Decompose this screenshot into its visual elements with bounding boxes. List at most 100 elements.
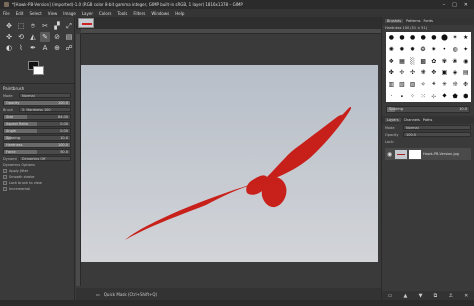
brush-preset-icon[interactable]: ⬢ [460,90,471,102]
brush-preset-icon[interactable]: ▧ [397,79,408,91]
brush-preset-icon[interactable]: • [439,44,450,56]
incremental-checkbox[interactable]: Incremental [3,186,71,192]
brush-preset-icon[interactable]: ⬥ [439,90,450,102]
brush-preset-icon[interactable]: ● [386,32,397,44]
free-select-tool-icon[interactable]: ⌾ [28,21,38,31]
rotate-tool-icon[interactable]: ⟲ [16,32,26,42]
tab-layers[interactable]: Layers [385,118,401,122]
brush-spacing-slider[interactable]: Spacing 10.0 [386,106,470,113]
maximize-button[interactable]: □ [452,2,457,8]
delete-layer-icon[interactable]: ✕ [464,293,468,299]
brush-select[interactable]: 2. Hardness 100 [19,107,71,112]
brush-preset-icon[interactable]: ✿ [429,55,440,67]
dynamics-select[interactable]: Dynamics Off [19,156,71,161]
tab-paths[interactable]: Paths [423,118,433,122]
brush-preset-icon[interactable]: ❀ [450,55,461,67]
bucket-fill-tool-icon[interactable]: ▤ [64,32,74,42]
layer-mode-select[interactable]: Normal [403,125,471,130]
raise-layer-icon[interactable]: ▲ [404,293,408,299]
menu-windows[interactable]: Windows [151,11,169,16]
minimize-button[interactable]: – [443,2,446,8]
size-slider[interactable]: Size 84.00 [3,113,71,120]
menu-select[interactable]: Select [29,11,41,16]
aspect-slider[interactable]: Aspect Ratio 0.00 [3,120,71,127]
new-layer-icon[interactable]: ▭ [388,293,393,299]
brush-preset-icon[interactable]: ░ [407,55,418,67]
menu-help[interactable]: Help [175,11,184,16]
brush-preset-icon[interactable]: ▤ [460,67,471,79]
brush-preset-icon[interactable]: ● [407,32,418,44]
force-slider[interactable]: Force 50.0 [3,148,71,155]
menu-view[interactable]: View [48,11,58,16]
tab-brushes[interactable]: Brushes [385,19,404,23]
spacing-slider[interactable]: Spacing 10.0 [3,134,71,141]
tab-fonts[interactable]: Fonts [424,19,433,23]
brush-preset-icon[interactable]: ✥ [429,67,440,79]
menu-image[interactable]: Image [63,11,76,16]
close-button[interactable]: ✕ [464,2,468,8]
brush-preset-icon[interactable]: ❖ [386,55,397,67]
menu-colors[interactable]: Colors [99,11,112,16]
brush-preset-icon[interactable]: ⁙ [418,90,429,102]
brush-preset-icon[interactable]: ✢ [397,67,408,79]
brush-preset-icon[interactable]: ▣ [439,67,450,79]
text-tool-icon[interactable]: A [40,43,50,53]
warp-tool-icon[interactable]: ◭ [28,32,38,42]
brush-preset-icon[interactable]: ⬤ [439,32,450,44]
brush-preset-icon[interactable]: ★ [460,32,471,44]
brush-preset-icon[interactable]: ◉ [460,55,471,67]
tab-channels[interactable]: Channels [404,118,420,122]
brush-preset-icon[interactable]: ✧ [418,79,429,91]
brush-preset-icon[interactable]: ◍ [450,44,461,56]
brush-preset-icon[interactable]: ∙ [397,90,408,102]
brush-preset-icon[interactable]: ❉ [460,79,471,91]
brush-preset-icon[interactable]: ❋ [418,67,429,79]
smudge-tool-icon[interactable]: ⌇ [16,43,26,53]
angle-slider[interactable]: Angle 0.00 [3,127,71,134]
brush-preset-icon[interactable]: ▨ [407,79,418,91]
image-canvas[interactable] [81,65,378,262]
eye-icon[interactable]: ◉ [387,151,393,158]
brush-preset-icon[interactable]: · [386,90,397,102]
opacity-slider[interactable]: Opacity 100.0 [3,99,71,106]
mode-select[interactable]: Normal [19,93,71,98]
brush-preset-icon[interactable]: ✦ [460,44,471,56]
brush-preset-icon[interactable]: ◈ [450,67,461,79]
brush-preset-icon[interactable]: ✾ [439,55,450,67]
color-picker-tool-icon[interactable]: ☍ [64,43,74,53]
brush-preset-icon[interactable]: ⊹ [429,90,440,102]
zoom-tool-icon[interactable]: ⊕ [52,43,62,53]
brush-preset-icon[interactable]: ● [397,32,408,44]
unified-transform-tool-icon[interactable]: ✜ [4,32,14,42]
menu-layer[interactable]: Layer [82,11,93,16]
brush-preset-icon[interactable]: ✸ [407,44,418,56]
brush-preset-icon[interactable]: ✹ [397,44,408,56]
menu-tools[interactable]: Tools [118,11,128,16]
menu-edit[interactable]: Edit [16,11,24,16]
brush-preset-icon[interactable]: ❂ [418,44,429,56]
lower-layer-icon[interactable]: ▼ [419,293,423,299]
quick-mask-icon[interactable]: ▭ [96,292,100,297]
menu-filters[interactable]: Filters [133,11,145,16]
scissors-tool-icon[interactable]: ✂ [40,21,50,31]
foreground-select-tool-icon[interactable]: ▞ [52,21,62,31]
brush-preset-icon[interactable]: ✷ [429,44,440,56]
image-tab-thumbnail[interactable] [78,18,94,28]
brush-preset-icon[interactable]: ❊ [450,79,461,91]
dodge-burn-tool-icon[interactable]: ◐ [4,43,14,53]
duplicate-layer-icon[interactable]: ⧉ [434,293,438,299]
brush-preset-icon[interactable]: ● [429,32,440,44]
brush-preset-icon[interactable]: ▦ [397,55,408,67]
paths-tool-icon[interactable]: ✒ [28,43,38,53]
hardness-slider[interactable]: Hardness 100.0 [3,141,71,148]
brush-preset-icon[interactable]: ✶ [450,32,461,44]
brush-preset-icon[interactable]: ● [418,32,429,44]
rect-select-tool-icon[interactable]: ⬚ [16,21,26,31]
brush-preset-icon[interactable]: ▩ [418,55,429,67]
brush-preset-icon[interactable]: ▥ [386,79,397,91]
layer-item[interactable]: ◉ Hawk-PB-Version.jpg [385,148,471,160]
layer-opacity-value[interactable]: 100.0 [403,132,471,137]
background-color[interactable] [33,66,44,75]
brush-preset-icon[interactable]: ⬟ [450,90,461,102]
brush-preset-icon[interactable]: ✳ [439,79,450,91]
